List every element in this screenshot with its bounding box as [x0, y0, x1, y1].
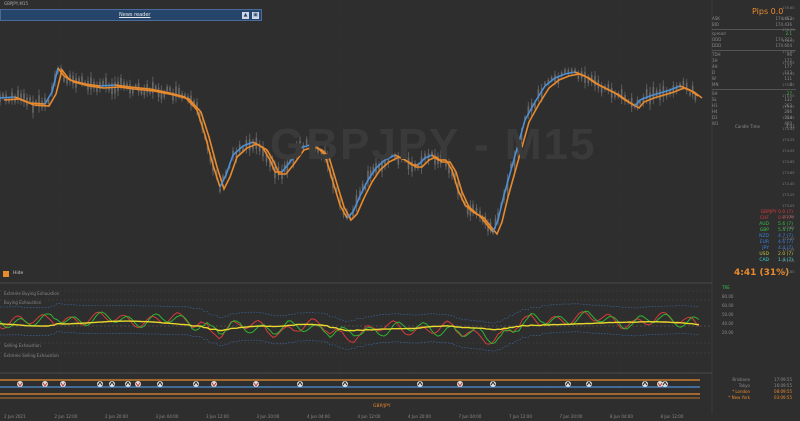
price-axis-label: 174.85 — [782, 105, 795, 109]
oscillator-scale-label: TRE — [722, 285, 730, 290]
price-axis-label: 174.05 — [782, 149, 795, 153]
time-axis-label: 4 Jun 20:00 — [408, 414, 431, 419]
time-axis-label: 7 Jun 04:00 — [458, 414, 482, 419]
price-axis-label: 172.45 — [782, 237, 795, 241]
time-axis-label: 7 Jun 12:00 — [509, 414, 532, 419]
session-row: * New York 03:09:55 — [712, 395, 796, 401]
price-axis-label: 174.65 — [782, 116, 795, 120]
price-axis-label: 175.05 — [782, 94, 795, 98]
market-sessions: Brisbane 17:09:55 Tokyo 16:09:55 * London 08:… — [712, 377, 796, 401]
oscillator-scale-label: 50.00 — [722, 312, 734, 317]
price-axis-label: 176.25 — [782, 28, 795, 32]
time-axis-label: 3 Jun 12:00 — [206, 414, 229, 419]
oscillator-scale-label: 20.00 — [722, 330, 734, 335]
price-axis-label: 176.05 — [782, 39, 795, 43]
session-name: Tokyo — [738, 383, 750, 388]
time-axis-label: 7 Jun 20:00 — [559, 414, 583, 419]
time-axis-label: 8 Jun 12:00 — [660, 414, 684, 419]
bottom-symbol-label: GBP/JPY — [373, 404, 391, 409]
price-axis-label: 173.45 — [782, 182, 795, 186]
oscillator-scale-label: 60.00 — [722, 303, 734, 308]
buying-label: Buying Exhaustion — [4, 300, 42, 305]
price-axis-label: 175.25 — [782, 83, 795, 87]
price-axis-label: 174.45 — [782, 127, 795, 131]
session-name: Brisbane — [732, 377, 750, 382]
oscillator-scale-label: 80.00 — [722, 294, 734, 299]
price-axis-label: 172.05 — [782, 259, 795, 263]
oscillator-scale-label: 40.00 — [722, 321, 734, 326]
price-axis-label: 173.85 — [782, 160, 795, 164]
price-axis-label: 176.65 — [782, 6, 795, 10]
price-axis-label: 176.45 — [782, 17, 795, 21]
time-axis-label: 2 Jun 20:00 — [105, 414, 128, 419]
price-axis: 176.65 176.45 176.25 176.05 175.85 175.65 175.… — [0, 0, 800, 283]
price-axis-label: 172.25 — [782, 248, 795, 252]
time-axis-label: 2 Jun 2021 — [4, 414, 26, 419]
extreme-buying-label: Extreme Buying Exhaustion — [4, 291, 60, 296]
time-axis: 2 Jun 2021 2 Jun 12:00 2 Jun 20:00 3 Jun 04… — [0, 414, 800, 421]
session-time: 16:09:55 — [774, 383, 792, 388]
session-time: 08:09:55 — [774, 389, 792, 394]
session-name: * London — [732, 389, 750, 394]
price-axis-label: 175.85 — [782, 50, 795, 54]
time-axis-label: 3 Jun 20:00 — [256, 414, 280, 419]
selling-label: Selling Exhaustion — [4, 343, 41, 348]
price-axis-label: 174.25 — [782, 138, 795, 142]
time-axis-label: 3 Jun 04:00 — [155, 414, 179, 419]
time-axis-label: 8 Jun 04:00 — [610, 414, 633, 419]
time-axis-label: 4 Jun 12:00 — [357, 414, 381, 419]
session-time: 03:09:55 — [774, 395, 792, 400]
trading-terminal: GBPJPY,M15 News reader ▲ ▣ GBPJPY - M15 … — [0, 0, 800, 421]
session-name: * New York — [728, 395, 750, 400]
price-axis-label: 173.25 — [782, 193, 795, 197]
price-axis-label: 172.65 — [782, 226, 795, 230]
price-axis-label: 171.85 — [782, 270, 795, 274]
price-axis-label: 175.45 — [782, 72, 795, 76]
time-axis-label: 4 Jun 04:00 — [307, 414, 330, 419]
price-axis-label: 175.65 — [782, 61, 795, 65]
extreme-selling-label: Extreme Selling Exhaustion — [4, 353, 59, 358]
session-time: 17:09:55 — [774, 377, 792, 382]
price-axis-label: 173.05 — [782, 204, 795, 208]
time-axis-label: 2 Jun 12:00 — [54, 414, 78, 419]
price-axis-label: 173.65 — [782, 171, 795, 175]
price-axis-label: 172.85 — [782, 215, 795, 219]
